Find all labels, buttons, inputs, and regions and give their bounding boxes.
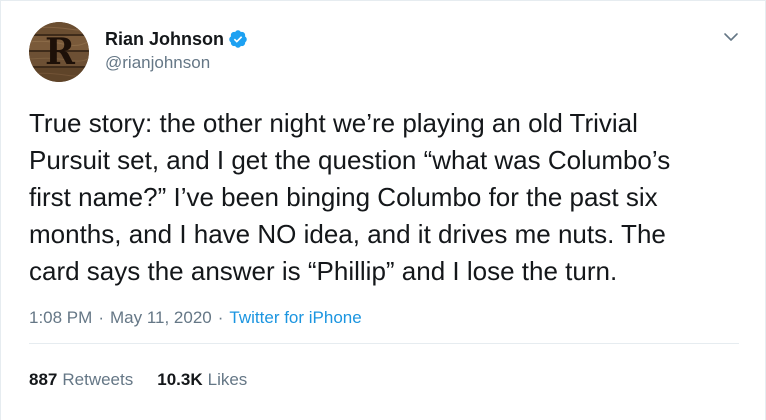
retweets-stat[interactable]: 887 Retweets bbox=[29, 370, 133, 390]
tweet-meta: 1:08 PM · May 11, 2020 · Twitter for iPh… bbox=[29, 308, 362, 328]
verified-badge-icon bbox=[228, 29, 248, 49]
likes-count: 10.3K bbox=[157, 370, 203, 389]
tweet-text-line: first name?” I’ve been binging Columbo f… bbox=[29, 182, 658, 212]
tweet-text-line: True story: the other night we’re playin… bbox=[29, 108, 638, 138]
avatar[interactable]: R bbox=[29, 22, 89, 82]
chevron-down-icon[interactable] bbox=[721, 27, 741, 47]
tweet-card: R Rian Johnson @rianjohnson True story: … bbox=[0, 0, 766, 420]
tweet-time[interactable]: 1:08 PM bbox=[29, 308, 92, 328]
retweets-label: Retweets bbox=[62, 370, 134, 389]
tweet-stats: 887 Retweets 10.3K Likes bbox=[29, 370, 271, 390]
tweet-source-link[interactable]: Twitter for iPhone bbox=[229, 308, 361, 328]
meta-separator: · bbox=[98, 308, 104, 327]
avatar-letter: R bbox=[45, 31, 76, 73]
tweet-text: True story: the other night we’re playin… bbox=[29, 105, 749, 290]
author-name-row: Rian Johnson bbox=[105, 27, 248, 51]
tweet-text-line: months, and I have NO idea, and it drive… bbox=[29, 219, 666, 249]
author-name[interactable]: Rian Johnson bbox=[105, 29, 224, 50]
retweets-count: 887 bbox=[29, 370, 58, 389]
author-handle[interactable]: @rianjohnson bbox=[105, 53, 210, 73]
avatar-image: R bbox=[29, 22, 89, 82]
likes-stat[interactable]: 10.3K Likes bbox=[157, 370, 247, 390]
tweet-text-line: Pursuit set, and I get the question “wha… bbox=[29, 145, 671, 175]
likes-label: Likes bbox=[207, 370, 248, 389]
meta-separator: · bbox=[217, 308, 224, 327]
divider bbox=[29, 343, 739, 344]
tweet-date[interactable]: May 11, 2020 bbox=[110, 308, 212, 328]
tweet-text-line: card says the answer is “Phillip” and I … bbox=[29, 256, 618, 286]
